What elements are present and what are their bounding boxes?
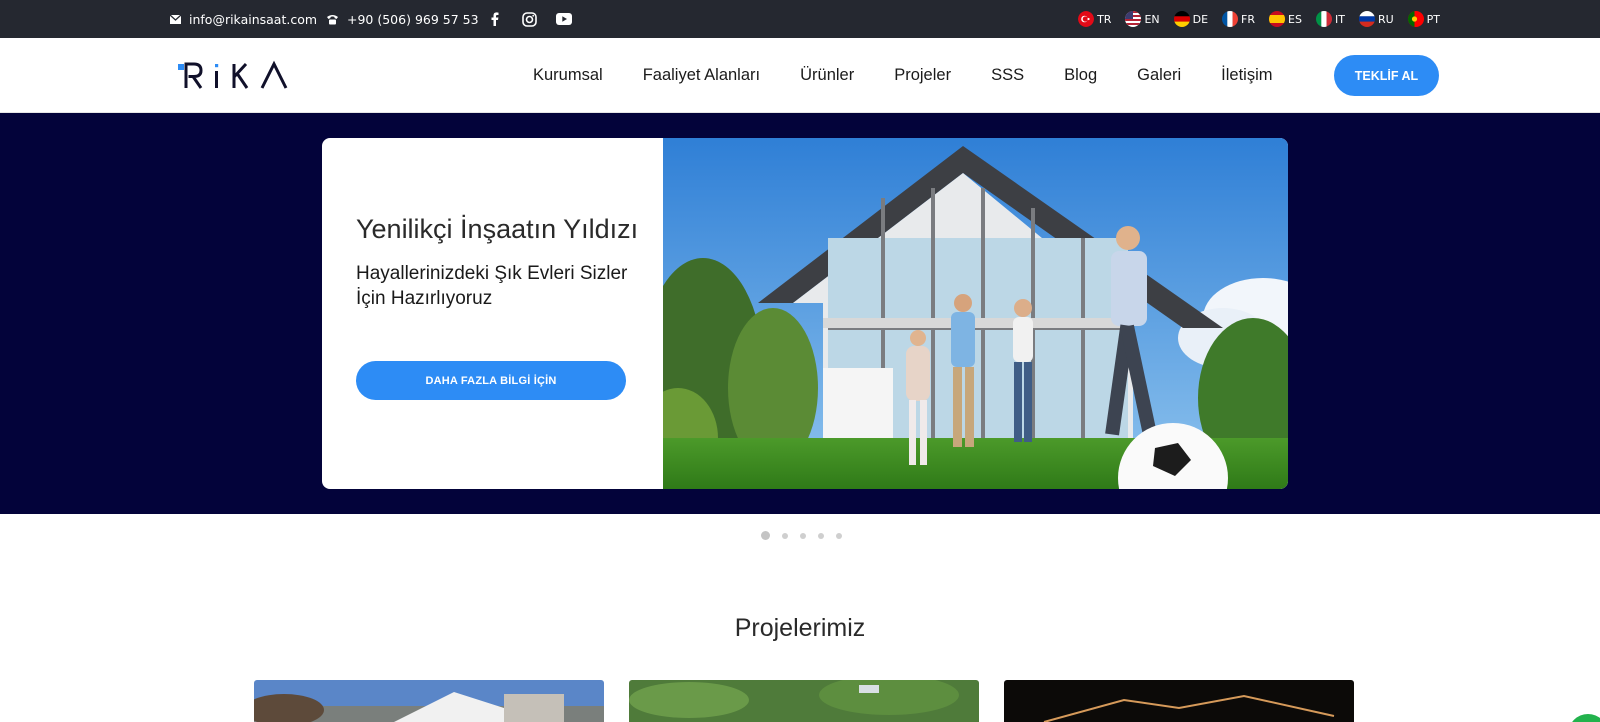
youtube-icon[interactable] [554, 9, 574, 29]
nav-kurumsal[interactable]: Kurumsal [533, 66, 603, 85]
project-card-1[interactable] [254, 680, 604, 722]
project-card-2[interactable] [629, 680, 979, 722]
envelope-icon [170, 14, 181, 24]
germany-flag-icon [1173, 11, 1190, 27]
hero-slider: Yenilikçi İnşaatın Yıldızı Hayallerinizd… [0, 113, 1600, 514]
lang-es-label: ES [1288, 12, 1302, 26]
slider-dot-3[interactable] [800, 532, 806, 539]
more-info-button[interactable]: DAHA FAZLA BİLGİ İÇİN [356, 361, 626, 400]
nav-iletisim[interactable]: İletişim [1221, 66, 1272, 85]
slider-dot-2[interactable] [782, 532, 788, 539]
project-card-3[interactable] [1004, 680, 1354, 722]
lang-pt-label: PT [1426, 12, 1440, 26]
hero-title: Yenilikçi İnşaatın Yıldızı [356, 214, 639, 244]
portugal-flag-icon [1407, 11, 1424, 27]
lang-de[interactable]: DE [1173, 11, 1209, 27]
main-nav: Kurumsal Faaliyet Alanları Ürünler Proje… [533, 38, 1313, 113]
main-header: Kurumsal Faaliyet Alanları Ürünler Proje… [0, 38, 1600, 113]
email-link[interactable]: info@rikainsaat.com [170, 0, 317, 38]
chat-widget-button[interactable] [1568, 714, 1600, 722]
nav-faaliyet-alanlari[interactable]: Faaliyet Alanları [643, 66, 760, 85]
slider-pagination [761, 531, 842, 540]
facebook-icon[interactable] [485, 9, 505, 29]
lang-tr-label: TR [1097, 12, 1112, 26]
russia-flag-icon [1358, 11, 1375, 27]
france-flag-icon [1222, 11, 1239, 27]
rika-logo[interactable] [178, 56, 308, 96]
phone-icon [326, 14, 339, 25]
email-text: info@rikainsaat.com [189, 11, 318, 27]
slider-dot-5[interactable] [836, 532, 842, 539]
nav-galeri[interactable]: Galeri [1137, 66, 1181, 85]
lang-it-label: IT [1334, 12, 1345, 26]
lang-de-label: DE [1192, 12, 1209, 26]
nav-blog[interactable]: Blog [1064, 66, 1097, 85]
projects-section-title: Projelerimiz [734, 614, 866, 642]
lang-tr[interactable]: TR [1078, 11, 1111, 27]
teklif-al-button[interactable]: TEKLİF AL [1334, 55, 1439, 96]
nav-urunler[interactable]: Ürünler [800, 66, 854, 85]
lang-es[interactable]: ES [1269, 11, 1302, 27]
top-bar: info@rikainsaat.com +90 (506) 969 57 53 … [0, 0, 1600, 38]
italy-flag-icon [1315, 11, 1332, 27]
lang-it[interactable]: IT [1315, 11, 1345, 27]
slider-dot-4[interactable] [818, 532, 824, 539]
lang-fr[interactable]: FR [1222, 11, 1255, 27]
language-switcher: TR EN DE FR ES IT RU PT [1078, 0, 1440, 38]
hero-house-image [638, 138, 1288, 489]
lang-pt[interactable]: PT [1407, 11, 1440, 27]
lang-en-label: EN [1144, 12, 1160, 26]
instagram-icon[interactable] [519, 9, 539, 29]
lang-ru[interactable]: RU [1358, 11, 1394, 27]
usa-flag-icon [1125, 11, 1142, 27]
hero-text: Yenilikçi İnşaatın Yıldızı Hayallerinizd… [356, 214, 656, 311]
nav-sss[interactable]: SSS [991, 66, 1024, 85]
slider-dot-1[interactable] [761, 531, 770, 540]
lang-en[interactable]: EN [1125, 11, 1160, 27]
hero-card: Yenilikçi İnşaatın Yıldızı Hayallerinizd… [322, 138, 1288, 489]
lang-fr-label: FR [1241, 12, 1256, 26]
nav-projeler[interactable]: Projeler [894, 66, 951, 85]
spain-flag-icon [1269, 11, 1286, 27]
hero-subtitle: Hayallerinizdeki Şık Evleri Sizler İçin … [356, 263, 628, 309]
phone-link[interactable]: +90 (506) 969 57 53 [326, 0, 479, 38]
turkey-flag-icon [1078, 11, 1095, 27]
lang-ru-label: RU [1377, 12, 1394, 26]
phone-text: +90 (506) 969 57 53 [347, 11, 479, 27]
